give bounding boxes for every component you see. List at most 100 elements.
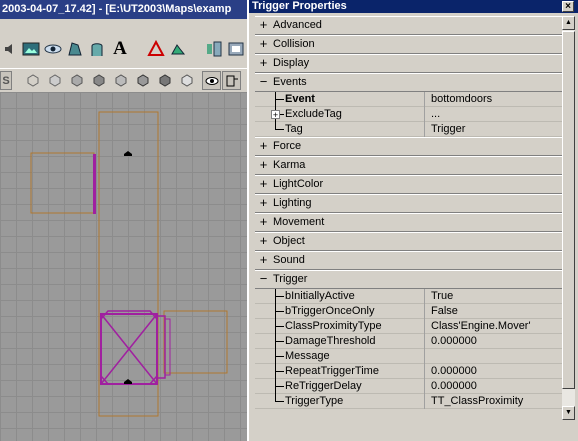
expand-plus-icon[interactable]: +: [258, 158, 269, 171]
property-value[interactable]: Class'Engine.Mover': [431, 320, 531, 332]
property-name: RepeatTriggerTime: [285, 365, 379, 377]
editor-title-bar[interactable]: 2003-04-07_17.42] - [E:\UT2003\Maps\exam…: [0, 0, 247, 19]
zone-view-icon[interactable]: [46, 71, 63, 88]
expand-plus-icon[interactable]: +: [258, 253, 269, 266]
category-karma[interactable]: + Karma: [255, 156, 571, 175]
eye-icon[interactable]: [43, 39, 63, 59]
shaded-view-icon[interactable]: [156, 71, 173, 88]
mesh-browser-icon[interactable]: [65, 39, 85, 59]
category-label: Object: [273, 235, 305, 247]
expand-plus-icon[interactable]: +: [258, 196, 269, 209]
scroll-up-icon[interactable]: ▲: [562, 16, 575, 30]
category-lighting[interactable]: + Lighting: [255, 194, 571, 213]
vertical-scrollbar[interactable]: ▲ ▼: [562, 16, 575, 420]
font-browser-icon[interactable]: A: [110, 38, 130, 59]
property-row-message[interactable]: Message: [255, 349, 571, 364]
brush-box-right[interactable]: [163, 310, 228, 374]
property-row-classproximitytype[interactable]: ClassProximityType Class'Engine.Mover': [255, 319, 571, 334]
unlit-view-icon[interactable]: [178, 71, 195, 88]
property-name: Tag: [285, 123, 303, 135]
wireframe-view-icon[interactable]: [24, 71, 41, 88]
expand-plus-icon[interactable]: +: [258, 215, 269, 228]
editor-window: 2003-04-07_17.42] - [E:\UT2003\Maps\exam…: [0, 0, 247, 441]
category-collision[interactable]: + Collision: [255, 35, 571, 54]
property-value[interactable]: True: [431, 290, 453, 302]
property-value[interactable]: 0.000000: [431, 380, 477, 392]
property-name: bInitiallyActive: [285, 290, 355, 302]
properties-title-bar[interactable]: Trigger Properties ×: [249, 0, 578, 13]
property-row-repeattriggertime[interactable]: RepeatTriggerTime 0.000000: [255, 364, 571, 379]
property-name: bTriggerOnceOnly: [285, 305, 375, 317]
property-name: DamageThreshold: [285, 335, 376, 347]
property-row-damagethreshold[interactable]: DamageThreshold 0.000000: [255, 334, 571, 349]
property-row-excludetag[interactable]: + ExcludeTag ...: [255, 107, 571, 122]
property-name: Event: [285, 93, 315, 105]
category-advanced[interactable]: + Advanced: [255, 16, 571, 35]
category-lightcolor[interactable]: + LightColor: [255, 175, 571, 194]
mover-left-door[interactable]: [93, 154, 96, 214]
brush-view-icon[interactable]: [134, 71, 151, 88]
lighting-view-icon[interactable]: [90, 71, 107, 88]
property-name: Message: [285, 350, 330, 362]
view-eye-icon[interactable]: [202, 71, 221, 90]
texture-view-icon[interactable]: [68, 71, 85, 88]
property-row-tag[interactable]: Tag Trigger: [255, 122, 571, 137]
property-value[interactable]: 0.000000: [431, 365, 477, 377]
property-row-retriggerdelay[interactable]: ReTriggerDelay 0.000000: [255, 379, 571, 394]
trigger-volume-outline[interactable]: [98, 111, 159, 417]
viewport-mode-button[interactable]: S: [0, 71, 12, 90]
property-row-btriggeronceonly[interactable]: bTriggerOnceOnly False: [255, 304, 571, 319]
property-row-event[interactable]: Event bottomdoors: [255, 92, 571, 107]
static-mesh-icon[interactable]: [168, 39, 188, 59]
expand-plus-icon[interactable]: +: [258, 56, 269, 69]
category-force[interactable]: + Force: [255, 137, 571, 156]
category-label: Collision: [273, 38, 315, 50]
viewport-scene: [30, 111, 228, 417]
category-label: Trigger: [273, 273, 308, 285]
animation-browser-icon[interactable]: [87, 39, 107, 59]
close-icon[interactable]: ×: [562, 1, 574, 12]
collapse-minus-icon[interactable]: −: [258, 272, 269, 285]
category-events[interactable]: − Events: [255, 73, 571, 92]
top-viewport[interactable]: [0, 92, 247, 441]
property-value[interactable]: TT_ClassProximity: [431, 395, 523, 407]
trigger-actor-icon[interactable]: [124, 151, 132, 156]
depth-view-icon[interactable]: [112, 71, 129, 88]
expand-plus-icon[interactable]: +: [258, 234, 269, 247]
property-row-binitiallyactive[interactable]: bInitiallyActive True: [255, 289, 571, 304]
property-row-triggertype[interactable]: TriggerType TT_ClassProximity: [255, 394, 571, 409]
property-name: ReTriggerDelay: [285, 380, 362, 392]
expand-plus-icon[interactable]: +: [258, 177, 269, 190]
editor-toolbar: A: [0, 34, 247, 66]
brush-box-left[interactable]: [30, 152, 95, 214]
category-movement[interactable]: + Movement: [255, 213, 571, 232]
texture-browser-icon[interactable]: [21, 39, 41, 59]
property-value[interactable]: Trigger: [431, 123, 465, 135]
property-value[interactable]: ...: [431, 108, 440, 120]
actor-class-icon[interactable]: [204, 39, 224, 59]
viewport-toolbar: S: [0, 68, 247, 91]
scroll-down-icon[interactable]: ▼: [562, 406, 575, 420]
editor-title: 2003-04-07_17.42] - [E:\UT2003\Maps\exam…: [2, 3, 232, 15]
category-label: Force: [273, 140, 302, 152]
category-display[interactable]: + Display: [255, 54, 571, 73]
group-browser-icon[interactable]: [226, 39, 246, 59]
speaker-icon[interactable]: [1, 39, 21, 59]
view-options-icon[interactable]: [222, 71, 241, 90]
collapse-minus-icon[interactable]: −: [258, 75, 269, 88]
scrollbar-thumb[interactable]: [562, 31, 575, 389]
property-value[interactable]: bottomdoors: [431, 93, 492, 105]
expand-plus-icon[interactable]: +: [258, 37, 269, 50]
category-object[interactable]: + Object: [255, 232, 571, 251]
expand-plus-icon[interactable]: +: [258, 18, 269, 31]
triangle-mesh-icon[interactable]: [146, 39, 166, 59]
expand-plus-icon[interactable]: +: [258, 139, 269, 152]
expand-plus-icon[interactable]: +: [271, 110, 280, 120]
mover-actor-icon[interactable]: [124, 379, 132, 384]
category-trigger[interactable]: − Trigger: [255, 270, 571, 289]
property-value[interactable]: 0.000000: [431, 335, 477, 347]
category-sound[interactable]: + Sound: [255, 251, 571, 270]
property-value[interactable]: False: [431, 305, 458, 317]
mover-bottom-door[interactable]: [100, 310, 171, 385]
properties-window: Trigger Properties × + Advanced + Collisio…: [247, 0, 578, 441]
